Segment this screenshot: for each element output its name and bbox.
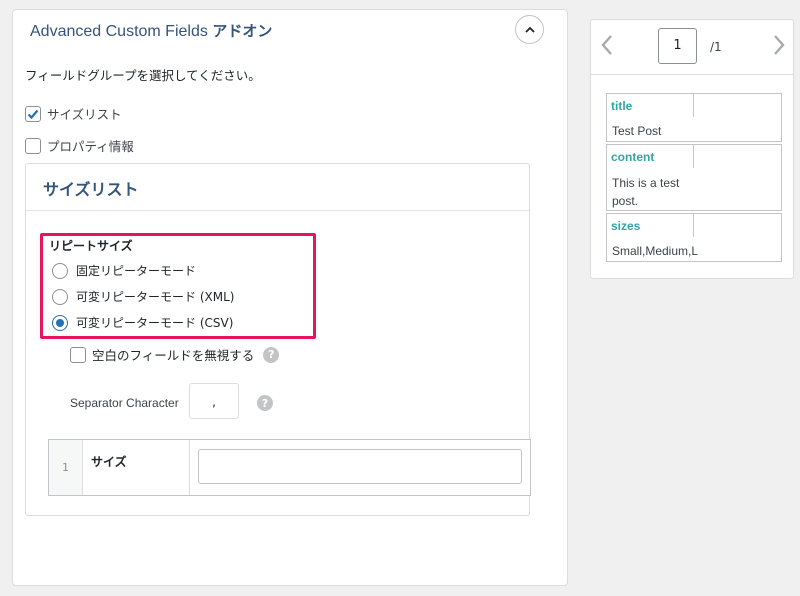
- divider: [189, 440, 190, 495]
- radio-button[interactable]: [52, 262, 68, 279]
- radio-variable-repeater-xml[interactable]: 可変リピーターモード (XML): [52, 288, 234, 305]
- panel-title-en: Advanced Custom Fields: [30, 23, 208, 40]
- radio-fixed-repeater[interactable]: 固定リピーターモード: [52, 262, 196, 279]
- ignore-empty-fields-checkbox[interactable]: 空白のフィールドを無視する ?: [70, 345, 280, 364]
- separator-input[interactable]: ,: [189, 383, 239, 419]
- panel-title-jp: アドオン: [212, 22, 273, 40]
- checkbox-label: プロパティ情報: [47, 139, 134, 154]
- field-value: Small,Medium,Large: [612, 244, 698, 258]
- chevron-up-icon: [524, 26, 535, 33]
- size-input[interactable]: [198, 449, 522, 484]
- radio-label: 可変リピーターモード (XML): [76, 290, 235, 304]
- field-value: Test Post: [612, 124, 662, 138]
- divider: [26, 210, 529, 211]
- preview-field-content: content This is a test post.: [606, 144, 782, 211]
- radio-label: 可変リピーターモード (CSV): [76, 316, 234, 330]
- group-checkbox-size-list[interactable]: サイズリスト: [25, 104, 122, 123]
- row-index: 1: [49, 440, 83, 495]
- group-instruction: フィールドグループを選択してください。: [25, 68, 261, 83]
- checkbox-label: 空白のフィールドを無視する: [92, 348, 255, 363]
- help-icon[interactable]: ?: [263, 346, 280, 363]
- divider: [693, 94, 694, 117]
- page-number-input[interactable]: 1: [658, 28, 697, 64]
- group-checkbox-property-info[interactable]: プロパティ情報: [25, 136, 134, 155]
- field-key: sizes: [611, 219, 641, 233]
- field-value: This is a test post.: [612, 176, 680, 208]
- repeat-size-label: リピートサイズ: [49, 239, 133, 253]
- prev-page-button[interactable]: [597, 32, 617, 58]
- help-icon[interactable]: ?: [257, 395, 273, 411]
- separator-label: Separator Character: [70, 396, 179, 410]
- checkbox[interactable]: [25, 105, 41, 122]
- radio-variable-repeater-csv[interactable]: 可変リピーターモード (CSV): [52, 314, 233, 331]
- panel-title: Advanced Custom Fields アドオン: [30, 20, 272, 41]
- divider: [693, 145, 694, 168]
- radio-label: 固定リピーターモード: [76, 264, 197, 278]
- divider: [693, 214, 694, 237]
- preview-field-sizes: sizes Small,Medium,Large: [606, 213, 782, 262]
- checkbox-label: サイズリスト: [47, 107, 122, 122]
- checkbox[interactable]: [70, 346, 86, 363]
- field-key: content: [611, 150, 655, 164]
- field-group-title: サイズリスト: [43, 180, 139, 199]
- checkbox[interactable]: [25, 137, 41, 154]
- pager: 1 /1: [591, 20, 793, 75]
- preview-field-title: title Test Post: [606, 93, 782, 142]
- preview-panel: 1 /1 title Test Post content This is a t…: [590, 19, 794, 279]
- chevron-right-icon: [774, 35, 785, 55]
- next-page-button[interactable]: [769, 32, 789, 58]
- row-label: サイズ: [91, 455, 127, 469]
- radio-button[interactable]: [52, 288, 68, 305]
- chevron-left-icon: [601, 35, 612, 55]
- checkmark-icon: [27, 109, 39, 119]
- repeater-table: 1 サイズ: [48, 439, 531, 496]
- collapse-button[interactable]: [515, 15, 544, 44]
- radio-button-selected[interactable]: [52, 314, 68, 331]
- page-total: /1: [710, 40, 722, 54]
- field-key: title: [611, 99, 633, 113]
